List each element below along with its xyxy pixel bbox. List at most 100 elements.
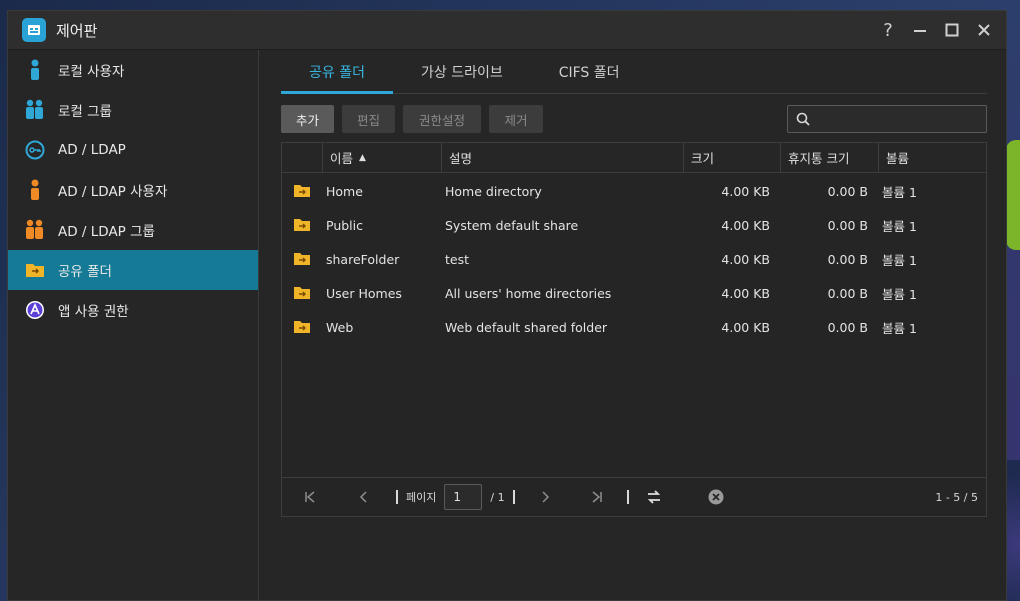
shared-folder-icon (282, 184, 322, 198)
main-content: 공유 폴더 가상 드라이브 CIFS 폴더 추가 편집 권한설정 제거 이름 ▲… (259, 50, 1006, 600)
total-pages: / 1 (490, 490, 505, 504)
column-label: 이름 (330, 151, 354, 166)
sort-ascending-icon: ▲ (359, 152, 366, 163)
table-body: Home Home directory 4.00 KB 0.00 B 볼륨 1 … (282, 173, 986, 344)
group-icon (24, 99, 46, 121)
close-button[interactable] (968, 11, 1000, 50)
sidebar-item-label: AD / LDAP (58, 142, 126, 158)
sidebar-item-local-groups[interactable]: 로컬 그룹 (8, 90, 258, 130)
cell-description: System default share (445, 217, 579, 233)
maximize-button[interactable] (936, 11, 968, 50)
shared-folder-icon (282, 286, 322, 300)
search-icon (796, 112, 810, 126)
user-icon (24, 179, 46, 201)
column-header-description[interactable]: 설명 (441, 143, 683, 172)
page-label: 페이지 (406, 491, 437, 504)
chevron-right-icon (542, 491, 549, 503)
help-button[interactable]: ? (872, 11, 904, 50)
permissions-button[interactable]: 권한설정 (403, 105, 481, 133)
shared-folder-icon (282, 252, 322, 266)
separator (626, 490, 629, 504)
table-header: 이름 ▲ 설명 크기 휴지통 크기 볼륨 (282, 143, 986, 173)
cell-description: All users' home directories (445, 285, 612, 301)
tab-virtual-drives[interactable]: 가상 드라이브 (393, 50, 531, 93)
cell-name: Home (326, 183, 363, 199)
minimize-icon (914, 30, 926, 32)
sidebar-item-label: 앱 사용 권한 (58, 304, 129, 320)
table-row[interactable]: Home Home directory 4.00 KB 0.00 B 볼륨 1 (282, 174, 986, 208)
last-page-button[interactable] (587, 491, 607, 503)
app-permission-icon (24, 299, 46, 321)
last-page-icon (592, 491, 602, 503)
column-header-trash-size[interactable]: 휴지통 크기 (780, 143, 878, 172)
clear-icon (708, 489, 724, 505)
control-panel-window: 제어판 ? 로컬 사용자 로컬 그룹 AD / LDAP AD / LDAP 사… (7, 10, 1007, 601)
refresh-button[interactable] (643, 489, 665, 505)
column-header-icon (282, 143, 322, 172)
refresh-icon (647, 490, 660, 504)
shared-folder-table: 이름 ▲ 설명 크기 휴지통 크기 볼륨 Home Home directory… (281, 142, 987, 517)
record-range: 1 - 5 / 5 (935, 490, 978, 504)
tab-shared-folders[interactable]: 공유 폴더 (281, 50, 393, 94)
table-row[interactable]: Web Web default shared folder 4.00 KB 0.… (282, 310, 986, 344)
window-title: 제어판 (56, 21, 98, 40)
previous-page-button[interactable] (354, 491, 374, 503)
cell-name: User Homes (326, 285, 402, 301)
sidebar-item-shared-folders[interactable]: 공유 폴더 (8, 250, 258, 290)
cell-description: Home directory (445, 183, 542, 199)
table-row[interactable]: User Homes All users' home directories 4… (282, 276, 986, 310)
cell-name: shareFolder (326, 251, 400, 267)
remove-button[interactable]: 제거 (489, 105, 543, 133)
table-row[interactable]: Public System default share 4.00 KB 0.00… (282, 208, 986, 242)
sidebar-item-ad-ldap[interactable]: AD / LDAP (8, 130, 258, 170)
folder-icon (24, 259, 46, 281)
help-icon: ? (883, 19, 893, 41)
cell-size: 4.00 KB (721, 183, 770, 199)
tab-cifs-folders[interactable]: CIFS 폴더 (531, 50, 648, 93)
desktop-background-decoration (1006, 140, 1020, 250)
shared-folder-icon (282, 320, 322, 334)
key-icon (24, 139, 46, 161)
shared-folder-icon (282, 218, 322, 232)
first-page-button[interactable] (300, 491, 320, 503)
cell-trash-size: 0.00 B (827, 217, 868, 233)
sidebar-item-ad-ldap-groups[interactable]: AD / LDAP 그룹 (8, 210, 258, 250)
page-number-input[interactable] (444, 484, 483, 510)
cell-trash-size: 0.00 B (827, 319, 868, 335)
sidebar-item-label: AD / LDAP 그룹 (58, 224, 155, 240)
cell-trash-size: 0.00 B (827, 183, 868, 199)
edit-button[interactable]: 편집 (342, 105, 395, 133)
cell-name: Web (326, 319, 354, 335)
add-button[interactable]: 추가 (281, 105, 334, 133)
close-icon (978, 24, 990, 36)
cell-description: Web default shared folder (445, 319, 608, 335)
sidebar-item-app-permissions[interactable]: 앱 사용 권한 (8, 290, 258, 330)
control-panel-app-icon (22, 18, 46, 42)
column-header-size[interactable]: 크기 (683, 143, 780, 172)
sidebar-item-label: AD / LDAP 사용자 (58, 184, 168, 200)
cell-volume: 볼륨 1 (882, 218, 917, 234)
first-page-icon (305, 491, 315, 503)
minimize-button[interactable] (904, 11, 936, 50)
column-header-volume[interactable]: 볼륨 (878, 143, 986, 172)
sidebar-item-ad-ldap-users[interactable]: AD / LDAP 사용자 (8, 170, 258, 210)
separator (512, 490, 515, 504)
sidebar-item-label: 로컬 사용자 (58, 64, 125, 80)
cell-size: 4.00 KB (721, 251, 770, 267)
user-icon (24, 59, 46, 81)
cell-size: 4.00 KB (721, 285, 770, 301)
table-row[interactable]: shareFolder test 4.00 KB 0.00 B 볼륨 1 (282, 242, 986, 276)
sidebar: 로컬 사용자 로컬 그룹 AD / LDAP AD / LDAP 사용자 AD … (8, 50, 259, 600)
next-page-button[interactable] (535, 491, 555, 503)
sidebar-item-label: 로컬 그룹 (58, 104, 112, 120)
sidebar-item-local-users[interactable]: 로컬 사용자 (8, 50, 258, 90)
clear-filter-button[interactable] (705, 489, 727, 505)
cell-size: 4.00 KB (721, 319, 770, 335)
column-header-name[interactable]: 이름 ▲ (322, 143, 441, 172)
cell-size: 4.00 KB (721, 217, 770, 233)
search-input[interactable] (816, 112, 986, 126)
cell-volume: 볼륨 1 (882, 252, 917, 268)
pagination-bar: 페이지 / 1 (282, 477, 986, 516)
chevron-left-icon (359, 491, 367, 503)
search-box[interactable] (787, 105, 987, 133)
